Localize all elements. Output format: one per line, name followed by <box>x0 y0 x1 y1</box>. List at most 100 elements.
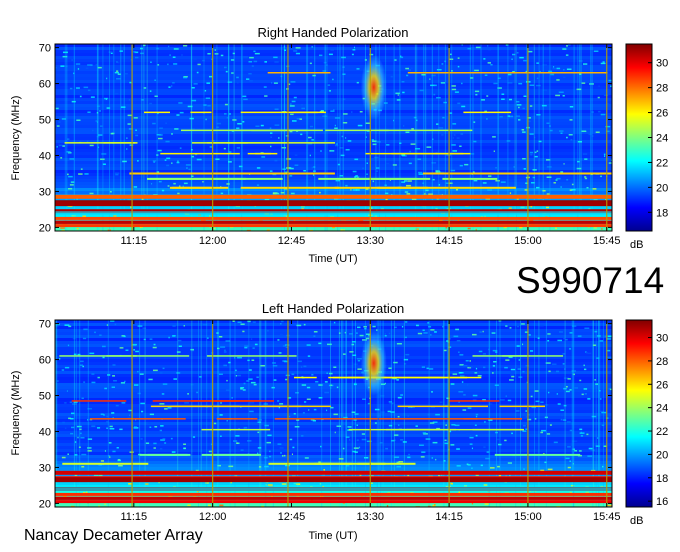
noise-speckle <box>174 128 179 130</box>
noise-speckle <box>271 82 273 84</box>
noise-speckle <box>154 426 158 428</box>
colorbar: 18 20 22 24 26 28 30 <box>625 43 668 232</box>
noise-speckle <box>488 175 492 177</box>
noise-speckle <box>285 378 288 381</box>
noise-speckle <box>280 320 284 323</box>
noise-speckle <box>291 100 296 103</box>
noise-speckle <box>569 119 573 121</box>
noise-speckle <box>553 182 556 184</box>
interference-band <box>160 152 240 155</box>
noise-speckle <box>213 422 217 425</box>
noise-speckle <box>292 446 295 449</box>
noise-speckle <box>417 158 422 160</box>
interference-band <box>325 129 389 132</box>
noise-speckle <box>196 158 202 161</box>
noise-speckle <box>100 460 104 462</box>
noise-speckle <box>569 429 573 432</box>
noise-speckle <box>274 124 280 126</box>
noise-speckle <box>135 56 139 59</box>
noise-speckle <box>471 502 474 505</box>
noise-speckle <box>454 91 459 93</box>
noise-speckle <box>475 434 478 437</box>
x-tick-label: 15:00 <box>514 235 542 247</box>
interference-band <box>463 418 522 420</box>
noise-speckle <box>220 435 222 437</box>
noise-speckle <box>125 349 129 351</box>
noise-speckle <box>393 361 398 364</box>
noise-speckle <box>304 401 307 403</box>
noise-speckle <box>593 227 598 229</box>
noise-speckle <box>87 111 91 113</box>
noise-speckle <box>426 146 432 148</box>
noise-speckle <box>171 133 173 135</box>
noise-speckle <box>165 122 167 124</box>
noise-speckle <box>459 354 464 356</box>
noise-speckle <box>55 107 59 110</box>
noise-speckle <box>506 140 511 142</box>
noise-speckle <box>407 456 411 459</box>
noise-speckle <box>293 50 298 52</box>
noise-speckle <box>569 460 571 462</box>
noise-speckle <box>66 390 68 392</box>
interference-band <box>318 177 417 180</box>
x-tick-label: 11:15 <box>120 235 147 247</box>
noise-speckle <box>300 206 305 208</box>
noise-speckle <box>467 384 469 386</box>
noise-speckle <box>162 438 166 440</box>
noise-speckle <box>525 428 528 430</box>
noise-speckle <box>433 93 436 96</box>
noise-speckle <box>125 73 128 75</box>
noise-speckle <box>224 66 227 69</box>
noise-speckle <box>483 366 486 369</box>
noise-speckle <box>534 151 537 154</box>
noise-speckle <box>57 380 59 382</box>
noise-speckle <box>242 95 247 98</box>
noise-speckle <box>100 158 105 160</box>
noise-speckle <box>108 442 112 444</box>
noise-speckle <box>161 189 165 192</box>
noise-speckle <box>60 157 63 159</box>
interference-band <box>378 418 478 420</box>
noise-speckle <box>218 336 223 338</box>
noise-speckle <box>329 150 331 152</box>
noise-speckle <box>352 170 357 173</box>
noise-speckle <box>364 457 369 459</box>
noise-speckle <box>488 48 492 51</box>
noise-speckle <box>224 349 226 352</box>
noise-speckle <box>408 453 410 456</box>
noise-speckle <box>235 375 237 377</box>
noise-speckle <box>520 206 525 209</box>
noise-speckle <box>357 124 363 127</box>
colorbar-tick-label: 16 <box>656 496 668 508</box>
noise-speckle <box>478 350 483 353</box>
noise-speckle <box>490 64 493 66</box>
noise-speckle <box>260 124 264 127</box>
noise-speckle <box>256 167 261 169</box>
colorbar-tick-label: 26 <box>656 108 668 120</box>
noise-speckle <box>153 343 156 346</box>
x-axis-label: Time (UT) <box>308 253 357 265</box>
noise-speckle <box>264 95 268 97</box>
radio-burst <box>360 330 387 396</box>
x-tick-label: 14:15 <box>435 511 463 523</box>
noise-speckle <box>235 435 240 437</box>
noise-speckle <box>431 391 433 393</box>
noise-speckle <box>556 177 561 180</box>
noise-speckle <box>215 158 220 160</box>
noise-speckle <box>410 143 416 145</box>
noise-speckle <box>394 456 400 458</box>
noise-speckle <box>290 81 296 83</box>
noise-speckle <box>361 433 365 435</box>
noise-speckle <box>188 168 191 171</box>
noise-speckle <box>59 358 61 360</box>
noise-speckle <box>159 372 163 374</box>
right-polarization-panel: Right Handed Polarization 11:15 12:00 12:4… <box>10 25 668 265</box>
noise-speckle <box>176 114 180 116</box>
noise-speckle <box>192 436 196 438</box>
noise-speckle <box>495 167 497 169</box>
noise-speckle <box>294 164 299 166</box>
noise-speckle <box>601 228 603 230</box>
noise-speckle <box>157 149 162 152</box>
noise-speckle <box>522 343 524 346</box>
noise-speckle <box>405 131 410 133</box>
